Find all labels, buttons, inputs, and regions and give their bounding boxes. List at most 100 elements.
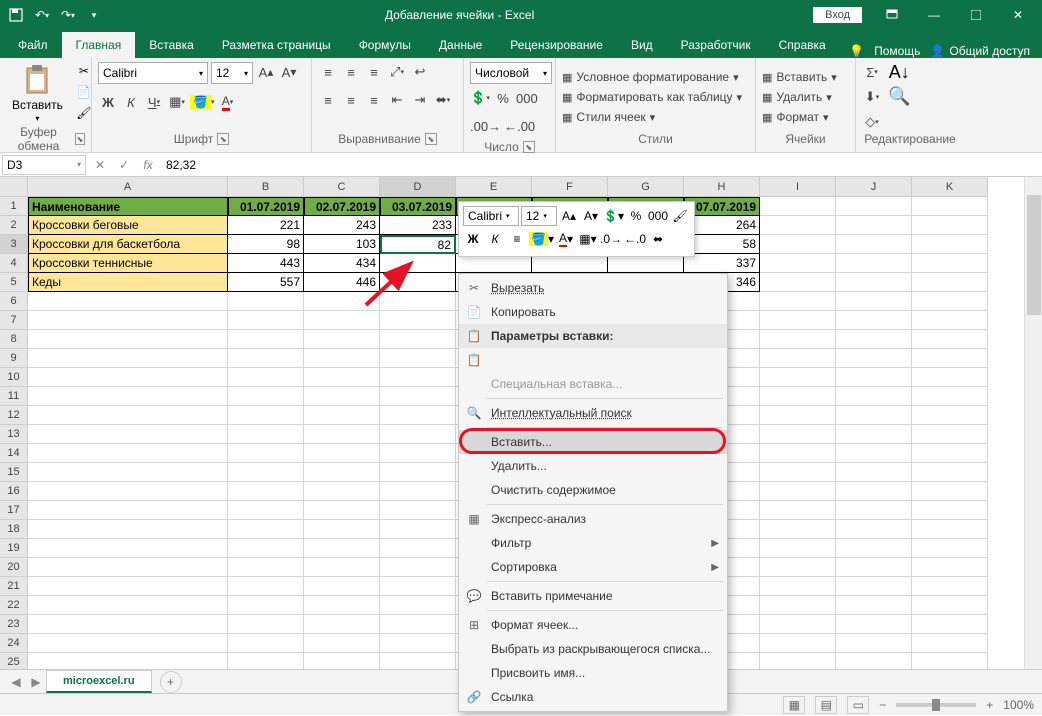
cm-clear[interactable]: Очистить содержимое [459,478,727,502]
cell[interactable] [28,634,228,653]
row-header-5[interactable]: 5 [0,273,28,292]
mini-format-painter-icon[interactable]: 🖌 [670,206,690,226]
cell[interactable] [912,634,988,653]
col-header-D[interactable]: D [380,177,456,197]
cell[interactable] [28,311,228,330]
align-left-icon[interactable]: ≡ [318,90,338,110]
cell[interactable] [912,520,988,539]
tab-formulas[interactable]: Формулы [345,32,425,58]
cell[interactable] [228,444,304,463]
cell[interactable] [228,558,304,577]
cell[interactable] [836,634,912,653]
cell[interactable] [836,520,912,539]
row-header-3[interactable]: 3 [0,235,28,254]
row-header-24[interactable]: 24 [0,634,28,653]
cm-copy[interactable]: 📄Копировать [459,300,727,324]
cm-quick-analysis[interactable]: ▦Экспресс-анализ [459,507,727,531]
cell[interactable] [380,311,456,330]
cell[interactable] [836,463,912,482]
cell[interactable]: 103 [304,235,380,254]
cell[interactable] [380,520,456,539]
increase-decimal-icon[interactable]: .00→ [470,116,501,136]
page-layout-view-icon[interactable]: ▤ [815,696,837,714]
select-all-corner[interactable] [0,177,28,197]
cell[interactable] [836,501,912,520]
cell[interactable] [836,482,912,501]
row-header-1[interactable]: 1 [0,197,28,216]
cm-pick-from-list[interactable]: Выбрать из раскрывающегося списка... [459,637,727,661]
cell[interactable] [228,539,304,558]
cell[interactable] [304,558,380,577]
cell[interactable] [912,197,988,216]
cell[interactable] [228,615,304,634]
row-header-9[interactable]: 9 [0,349,28,368]
row-header-23[interactable]: 23 [0,615,28,634]
sheet-nav-next-icon[interactable]: ▶ [26,675,46,689]
help-label[interactable]: Помощь [874,44,920,58]
cell[interactable] [836,273,912,292]
cell[interactable] [380,653,456,669]
cell[interactable] [836,653,912,669]
cell[interactable] [912,558,988,577]
cell[interactable] [760,254,836,273]
border-icon[interactable]: ▦▾ [167,92,187,112]
row-header-25[interactable]: 25 [0,653,28,669]
row-header-6[interactable]: 6 [0,292,28,311]
tab-pagelayout[interactable]: Разметка страницы [208,32,345,58]
fill-icon[interactable]: ⬇▾ [862,87,882,107]
cell[interactable] [912,387,988,406]
percent-icon[interactable]: % [493,88,513,108]
cell[interactable] [380,539,456,558]
cell[interactable] [228,653,304,669]
cell[interactable] [836,292,912,311]
cell[interactable] [304,444,380,463]
fill-color-icon[interactable]: 🪣▾ [190,92,214,112]
cell[interactable] [836,387,912,406]
cell[interactable] [304,539,380,558]
cell[interactable]: 337 [684,254,760,273]
cell[interactable] [380,349,456,368]
cell[interactable] [304,653,380,669]
cell[interactable] [28,539,228,558]
cell[interactable] [836,368,912,387]
cm-comment[interactable]: 💬Вставить примечание [459,584,727,608]
cell-styles-button[interactable]: ▦ Стили ячеек ▾ [562,109,655,125]
cell[interactable] [836,406,912,425]
number-launcher-icon[interactable]: ⬊ [523,141,535,153]
number-format-combo[interactable]: Числовой▾ [470,62,552,84]
cell[interactable] [228,368,304,387]
mini-grow-font-icon[interactable]: A▴ [559,206,579,226]
tab-home[interactable]: Главная [62,32,136,58]
cell[interactable] [760,292,836,311]
cell[interactable] [380,615,456,634]
mini-italic-button[interactable]: К [485,229,505,249]
cell[interactable] [912,577,988,596]
cell[interactable] [760,330,836,349]
cell[interactable] [380,387,456,406]
row-header-11[interactable]: 11 [0,387,28,406]
decrease-decimal-icon[interactable]: ←.00 [504,116,535,136]
col-header-G[interactable]: G [608,177,684,197]
cell[interactable] [912,368,988,387]
cell[interactable] [912,311,988,330]
cell[interactable] [304,520,380,539]
cell[interactable]: 221 [228,216,304,235]
cell[interactable] [760,387,836,406]
cell[interactable] [836,216,912,235]
cell[interactable] [760,311,836,330]
cell[interactable] [228,596,304,615]
tab-developer[interactable]: Разработчик [667,32,765,58]
cell[interactable] [28,425,228,444]
cell[interactable] [304,482,380,501]
cell[interactable]: Кроссовки теннисные [28,254,228,273]
mini-size-combo[interactable]: 12▾ [521,206,557,226]
bold-button[interactable]: Ж [98,92,118,112]
cell[interactable] [28,463,228,482]
font-size-combo[interactable]: 12▾ [211,62,253,84]
clear-icon[interactable]: ◇▾ [862,112,882,132]
cm-format-cells[interactable]: ⊞Формат ячеек... [459,613,727,637]
align-middle-icon[interactable]: ≡ [341,62,361,82]
cell[interactable] [28,615,228,634]
mini-merge-icon[interactable]: ⬌ [648,229,668,249]
cell[interactable]: 243 [304,216,380,235]
